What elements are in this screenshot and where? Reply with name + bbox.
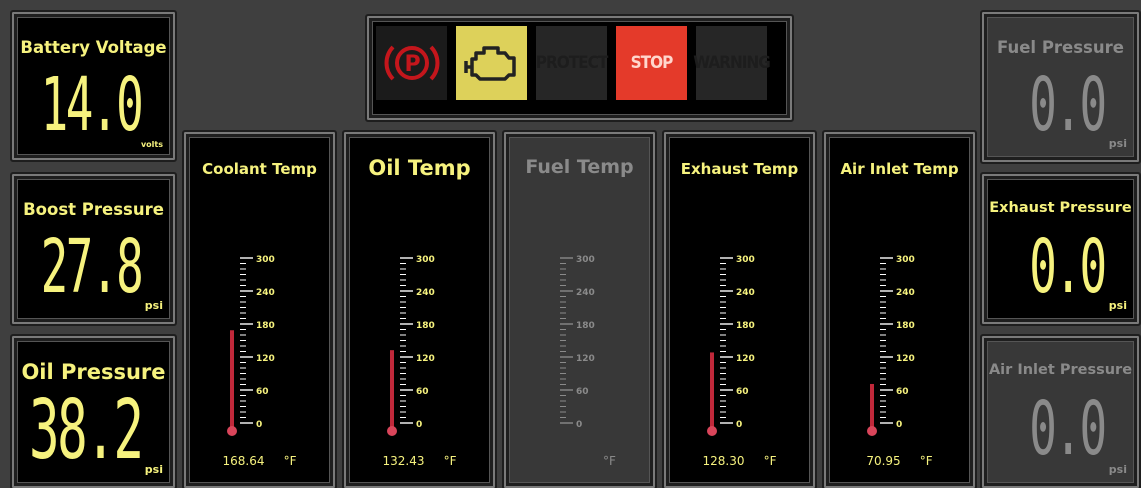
tick-label: 0 bbox=[896, 420, 902, 430]
stop-lamp: STOP bbox=[616, 26, 687, 100]
battery-voltage-unit: volts bbox=[140, 140, 163, 149]
oil-pressure-unit: psi bbox=[144, 463, 163, 476]
tick-label: 120 bbox=[736, 354, 755, 364]
boost-pressure-gauge: Boost Pressure 27.8 psi bbox=[10, 172, 177, 326]
check-engine-icon bbox=[463, 46, 516, 81]
tick-label: 120 bbox=[896, 354, 915, 364]
protect-lamp: PROTECT bbox=[536, 26, 608, 100]
exhaust-temp-readout: 128.30 °F bbox=[702, 454, 777, 468]
tick-label: 300 bbox=[256, 255, 275, 265]
thermometer-bulb bbox=[867, 426, 877, 436]
fuel-pressure-value: 0.0 bbox=[1029, 62, 1108, 148]
coolant-temp-readout: 168.64 °F bbox=[222, 454, 297, 468]
boost-pressure-unit: psi bbox=[144, 299, 163, 312]
tick-label: 0 bbox=[256, 420, 262, 430]
thermometer-bulb bbox=[227, 426, 237, 436]
tick-label: 240 bbox=[896, 288, 915, 298]
tick-label: 0 bbox=[736, 420, 742, 430]
tick-label: 300 bbox=[736, 255, 755, 265]
tick-label: 180 bbox=[576, 321, 595, 331]
fuel-temp-readout: °F bbox=[603, 454, 616, 468]
battery-voltage-title: Battery Voltage bbox=[20, 38, 167, 57]
parking-brake-lamp: P bbox=[376, 26, 447, 100]
air-inlet-pressure-unit: psi bbox=[1108, 463, 1127, 476]
thermometer-bulb bbox=[387, 426, 397, 436]
tick-label: 300 bbox=[576, 255, 595, 265]
exhaust-temp-thermometer: 300 240 180 120 60 0 bbox=[707, 255, 755, 436]
fuel-pressure-gauge: Fuel Pressure 0.0 psi bbox=[980, 10, 1141, 164]
oil-pressure-value: 38.2 bbox=[28, 383, 143, 478]
tick-label: 60 bbox=[896, 387, 909, 397]
tick-label: 240 bbox=[416, 288, 435, 298]
fuel-temp-gauge: Fuel Temp 300 240 180 120 60 0 °F bbox=[502, 130, 657, 488]
fuel-temp-thermometer: 300 240 180 120 60 0 bbox=[560, 255, 595, 430]
exhaust-temp-gauge: Exhaust Temp 300 240 180 120 60 0 128.30 °F bbox=[662, 130, 817, 488]
parking-brake-icon: P bbox=[384, 45, 439, 81]
tick-label: 120 bbox=[576, 354, 595, 364]
mercury-column bbox=[390, 350, 394, 429]
fuel-pressure-unit: psi bbox=[1108, 137, 1127, 150]
mercury-column bbox=[710, 352, 714, 429]
battery-voltage-value: 14.0 bbox=[40, 62, 143, 148]
tick-label: 180 bbox=[416, 321, 435, 331]
air-inlet-pressure-gauge: Air Inlet Pressure 0.0 psi bbox=[980, 334, 1141, 488]
oil-temp-gauge: Oil Temp 300 240 180 120 60 0 132.43 °F bbox=[342, 130, 497, 488]
air-inlet-temp-gauge: Air Inlet Temp 300 240 180 120 60 0 70.95 °F bbox=[822, 130, 977, 488]
air-inlet-pressure-title: Air Inlet Pressure bbox=[988, 362, 1133, 378]
mercury-column bbox=[870, 383, 874, 429]
exhaust-pressure-title: Exhaust Pressure bbox=[989, 200, 1132, 216]
air-inlet-temp-thermometer: 300 240 180 120 60 0 bbox=[867, 255, 915, 436]
air-inlet-temp-readout: 70.95 °F bbox=[866, 454, 933, 468]
tick-label: 240 bbox=[736, 288, 755, 298]
tick-label: 300 bbox=[896, 255, 915, 265]
tick-label: 300 bbox=[416, 255, 435, 265]
thermometer-bulb bbox=[707, 426, 717, 436]
warning-lamps: P PROTECT STOP WARNING bbox=[376, 26, 771, 100]
fuel-pressure-title: Fuel Pressure bbox=[997, 38, 1124, 57]
mercury-column bbox=[230, 330, 234, 429]
svg-text:P: P bbox=[404, 52, 420, 77]
tick-label: 240 bbox=[256, 288, 275, 298]
check-engine-lamp bbox=[456, 26, 527, 100]
oil-pressure-gauge: Oil Pressure 38.2 psi bbox=[10, 334, 177, 488]
coolant-temp-gauge: Coolant Temp 300 240 180 120 60 0 168.64 °F bbox=[182, 130, 337, 488]
tick-label: 120 bbox=[416, 354, 435, 364]
air-inlet-pressure-value: 0.0 bbox=[1029, 386, 1108, 472]
warning-lamp: WARNING bbox=[693, 26, 771, 100]
tick-label: 60 bbox=[736, 387, 749, 397]
battery-voltage-gauge: Battery Voltage 14.0 volts bbox=[10, 10, 177, 162]
tick-label: 120 bbox=[256, 354, 275, 364]
tick-label: 240 bbox=[576, 288, 595, 298]
oil-temp-thermometer: 300 240 180 120 60 0 bbox=[387, 255, 435, 436]
oil-temp-readout: 132.43 °F bbox=[382, 454, 457, 468]
tick-label: 180 bbox=[896, 321, 915, 331]
tick-label: 60 bbox=[576, 387, 589, 397]
tick-label: 60 bbox=[256, 387, 269, 397]
tick-label: 0 bbox=[416, 420, 422, 430]
oil-pressure-title: Oil Pressure bbox=[21, 360, 166, 384]
tick-label: 180 bbox=[256, 321, 275, 331]
exhaust-pressure-value: 0.0 bbox=[1029, 224, 1108, 310]
tick-label: 0 bbox=[576, 420, 582, 430]
tick-label: 180 bbox=[736, 321, 755, 331]
exhaust-pressure-unit: psi bbox=[1108, 299, 1127, 312]
boost-pressure-title: Boost Pressure bbox=[23, 200, 164, 219]
exhaust-pressure-gauge: Exhaust Pressure 0.0 psi bbox=[980, 172, 1141, 326]
tick-label: 60 bbox=[416, 387, 429, 397]
coolant-temp-thermometer: 300 240 180 120 60 0 bbox=[227, 255, 275, 436]
boost-pressure-value: 27.8 bbox=[40, 224, 143, 310]
